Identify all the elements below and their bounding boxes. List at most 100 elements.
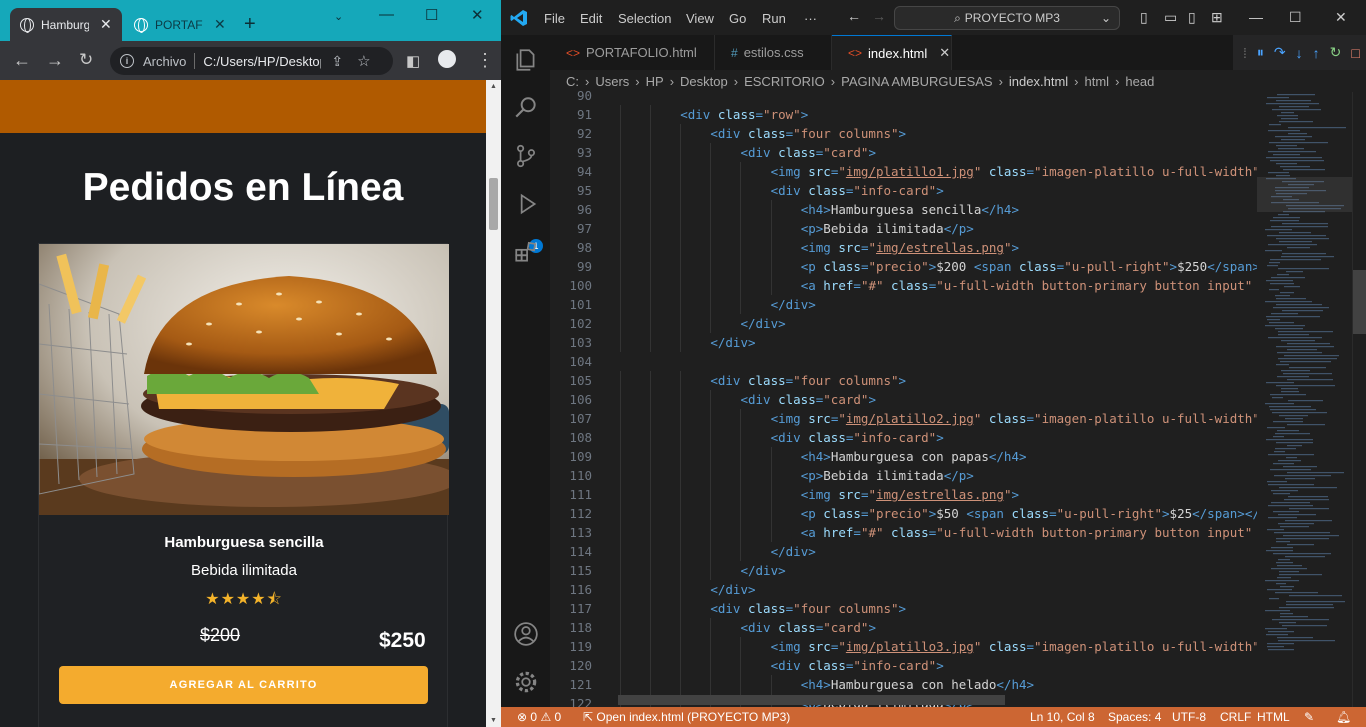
scroll-down-arrow-icon[interactable]: ▼: [490, 717, 497, 724]
menu-view[interactable]: View: [686, 11, 714, 26]
toggle-secondary-sidebar-icon[interactable]: ▯: [1188, 9, 1196, 26]
breadcrumb-item[interactable]: HP: [646, 74, 664, 89]
close-window-button[interactable]: ✕: [471, 6, 484, 24]
chrome-tab-hamburguesas[interactable]: Hamburguesas ✕: [10, 8, 122, 41]
menu-edit[interactable]: Edit: [580, 11, 602, 26]
maximize-button[interactable]: ☐: [425, 6, 438, 24]
restart-icon[interactable]: ↻: [1330, 44, 1342, 61]
share-icon[interactable]: ⇪: [331, 53, 343, 70]
tab-portafolio-html[interactable]: <> PORTAFOLIO.html: [550, 35, 715, 70]
horizontal-scrollbar[interactable]: [618, 695, 1005, 705]
gear-icon[interactable]: [513, 669, 539, 695]
tab-estilos-css[interactable]: # estilos.css: [715, 35, 832, 70]
info-icon[interactable]: i: [120, 54, 134, 68]
minimap-viewport[interactable]: [1257, 177, 1352, 212]
scrollbar-thumb[interactable]: [1353, 270, 1366, 334]
code-line[interactable]: </div>: [740, 314, 785, 333]
breadcrumb-item[interactable]: head: [1125, 74, 1154, 89]
breadcrumb-item[interactable]: html: [1085, 74, 1110, 89]
code-line[interactable]: <div class="info-card">: [771, 181, 944, 200]
code-line[interactable]: </div>: [771, 295, 816, 314]
code-line[interactable]: <p>Bebida ilimitada</p>: [801, 219, 974, 238]
menu-more[interactable]: ···: [804, 11, 817, 26]
drag-handle-icon[interactable]: ⁞: [1243, 45, 1247, 61]
minimize-button[interactable]: —: [379, 6, 394, 23]
code-line[interactable]: <p>Bebida ilimitada</p>: [801, 466, 974, 485]
code-line[interactable]: <div class="info-card">: [771, 428, 944, 447]
language-mode[interactable]: HTML: [1257, 710, 1290, 724]
account-icon[interactable]: [513, 621, 539, 647]
toggle-primary-sidebar-icon[interactable]: ▯: [1140, 9, 1148, 26]
search-icon[interactable]: [513, 95, 539, 121]
code-line[interactable]: <h4>Hamburguesa con helado</h4>: [801, 675, 1034, 694]
chrome-tab-portafolio[interactable]: PORTAFOLIO ✕: [124, 8, 228, 41]
code-line[interactable]: </div>: [740, 561, 785, 580]
code-line[interactable]: <a href="#" class="u-full-width button-p…: [801, 276, 1253, 295]
code-line[interactable]: </div>: [710, 333, 755, 352]
editor-scrollbar[interactable]: [1352, 92, 1366, 707]
pause-icon[interactable]: ⏸: [1257, 44, 1264, 61]
menu-run[interactable]: Run: [762, 11, 786, 26]
extensions-icon[interactable]: [513, 239, 539, 265]
breadcrumb-item[interactable]: index.html: [1009, 74, 1068, 89]
indentation-status[interactable]: Spaces: 4: [1108, 710, 1161, 724]
code-line[interactable]: <div class="four columns">: [710, 599, 906, 618]
code-line[interactable]: <p class="precio">$50 <span class="u-pul…: [801, 504, 1257, 523]
code-line[interactable]: <div class="info-card">: [771, 656, 944, 675]
explorer-files-icon[interactable]: [513, 47, 539, 73]
scroll-up-arrow-icon[interactable]: ▲: [490, 83, 497, 90]
scrollbar-thumb[interactable]: [489, 178, 498, 230]
add-to-cart-button[interactable]: AGREGAR AL CARRITO: [59, 666, 428, 704]
bell-icon[interactable]: 🔔︎: [1336, 710, 1351, 724]
code-line[interactable]: <div class="four columns">: [710, 371, 906, 390]
open-file-status[interactable]: ⇱ Open index.html (PROYECTO MP3): [583, 710, 790, 724]
code-line[interactable]: <img src="img/platillo1.jpg" class="imag…: [771, 162, 1257, 181]
code-line[interactable]: <p class="precio">$200 <span class="u-pu…: [801, 257, 1257, 276]
code-line[interactable]: <img src="img/estrellas.png">: [801, 485, 1019, 504]
page-scrollbar[interactable]: ▲ ▼: [486, 80, 501, 727]
side-panel-icon[interactable]: ◧: [406, 53, 420, 71]
source-control-icon[interactable]: [513, 143, 539, 169]
close-window-button[interactable]: ✕: [1335, 9, 1347, 26]
profile-avatar[interactable]: [438, 50, 456, 68]
close-icon[interactable]: ✕: [214, 16, 226, 33]
new-tab-button[interactable]: +: [244, 14, 256, 34]
run-debug-icon[interactable]: [513, 191, 539, 217]
maximize-button[interactable]: ☐: [1289, 9, 1302, 26]
code-line[interactable]: </div>: [771, 542, 816, 561]
breadcrumb-item[interactable]: Desktop: [680, 74, 728, 89]
feedback-icon[interactable]: ✎: [1304, 710, 1314, 724]
code-line[interactable]: <h4>Hamburguesa sencilla</h4>: [801, 200, 1019, 219]
step-over-icon[interactable]: ↷: [1274, 44, 1286, 61]
close-icon[interactable]: ✕: [100, 16, 112, 33]
menu-file[interactable]: File: [544, 11, 565, 26]
code-line[interactable]: <a href="#" class="u-full-width button-p…: [801, 523, 1253, 542]
command-center-search[interactable]: ⌕ PROYECTO MP3 ⌄: [894, 6, 1120, 30]
url-text[interactable]: C:/Users/HP/Desktop/ESCRITORIO/PAGINA AM…: [203, 54, 321, 69]
reload-icon[interactable]: ↻: [79, 51, 93, 69]
code-line[interactable]: <div class="card">: [740, 618, 876, 637]
minimap[interactable]: [1257, 92, 1352, 707]
breadcrumb-item[interactable]: Users: [595, 74, 629, 89]
menu-kebab-icon[interactable]: ⋮: [476, 51, 494, 69]
breadcrumb-item[interactable]: ESCRITORIO: [744, 74, 825, 89]
customize-layout-icon[interactable]: ⊞: [1211, 9, 1223, 26]
chevron-down-icon[interactable]: ⌄: [1101, 11, 1111, 25]
cursor-position[interactable]: Ln 10, Col 8: [1030, 710, 1095, 724]
nav-back-icon[interactable]: ←: [847, 8, 861, 24]
code-line[interactable]: <h4>Hamburguesa con papas</h4>: [801, 447, 1027, 466]
forward-arrow-icon[interactable]: →: [46, 51, 64, 69]
bookmark-star-icon[interactable]: ☆: [357, 52, 370, 70]
code-line[interactable]: <img src="img/platillo3.jpg" class="imag…: [771, 637, 1257, 656]
back-arrow-icon[interactable]: ←: [13, 51, 31, 69]
tab-search-icon[interactable]: ⌄: [334, 10, 343, 23]
nav-forward-icon[interactable]: →: [872, 8, 886, 24]
code-line[interactable]: <img src="img/platillo2.jpg" class="imag…: [771, 409, 1257, 428]
code-line[interactable]: <div class="card">: [740, 390, 876, 409]
code-line[interactable]: <div class="row">: [680, 105, 808, 124]
code-line[interactable]: <div class="four columns">: [710, 124, 906, 143]
code-editor[interactable]: <div class="row"> <div class="four column…: [610, 92, 1257, 707]
tab-index-html[interactable]: <> index.html ✕: [832, 35, 952, 70]
problems-indicator[interactable]: ⊗ 0 ⚠ 0: [517, 710, 561, 724]
toggle-panel-icon[interactable]: ▭: [1164, 9, 1177, 26]
